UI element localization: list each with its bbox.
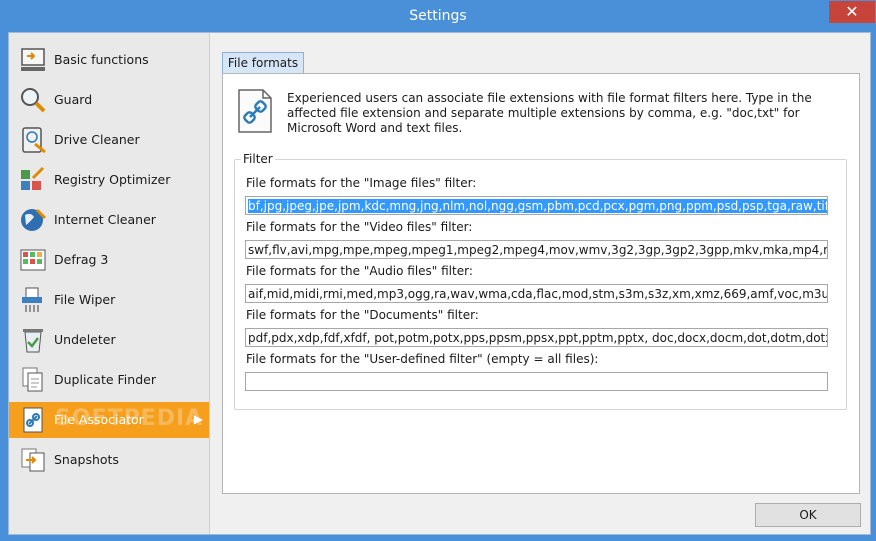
sidebar-item-label: Snapshots <box>54 452 119 467</box>
sidebar-item-drive-cleaner[interactable]: Drive Cleaner <box>9 122 209 158</box>
basic-functions-icon <box>21 48 45 71</box>
sidebar-item-internet-cleaner[interactable]: Internet Cleaner <box>9 202 209 238</box>
sidebar-item-guard[interactable]: Guard <box>9 82 209 118</box>
file-formats-panel: Experienced users can associate file ext… <box>222 73 860 494</box>
ok-button[interactable]: OK <box>755 503 861 527</box>
sidebar-item-label: File Wiper <box>54 292 116 307</box>
image-files-label: File formats for the "Image files" filte… <box>246 176 477 190</box>
documents-value: pdf,pdx,xdp,fdf,xfdf, pot,potm,potx,pps,… <box>248 331 828 345</box>
window-client: Basic functions Guard Drive Cleaner Regi… <box>8 32 871 535</box>
main-content: File formats Experienced users can assoc… <box>210 33 870 534</box>
undeleter-icon <box>23 329 43 353</box>
sidebar-item-label: Guard <box>54 92 93 107</box>
video-files-input[interactable]: swf,flv,avi,mpg,mpe,mpeg,mpeg1,mpeg2,mpe… <box>245 240 828 259</box>
user-defined-input[interactable] <box>245 372 828 391</box>
file-link-icon <box>238 89 272 133</box>
sidebar-item-basic-functions[interactable]: Basic functions <box>9 42 209 78</box>
window-title: Settings <box>409 8 467 24</box>
sidebar: Basic functions Guard Drive Cleaner Regi… <box>9 33 210 534</box>
sidebar-item-label: Duplicate Finder <box>54 372 156 387</box>
registry-optimizer-icon <box>21 166 45 190</box>
drive-cleaner-icon <box>22 127 46 154</box>
sidebar-item-label: Basic functions <box>54 52 149 67</box>
sidebar-item-label: File Associator <box>54 412 144 427</box>
sidebar-item-undeleter[interactable]: Undeleter <box>9 322 209 358</box>
sidebar-item-label: Drive Cleaner <box>54 132 140 147</box>
audio-files-value: aif,mid,midi,rmi,med,mp3,ogg,ra,wav,wma,… <box>248 287 827 301</box>
tab-file-formats[interactable]: File formats <box>222 52 304 75</box>
settings-window: Settings ✕ Basic functions Guard Drive C… <box>0 0 876 541</box>
audio-files-input[interactable]: aif,mid,midi,rmi,med,mp3,ogg,ra,wav,wma,… <box>245 284 828 303</box>
guard-icon <box>21 88 46 113</box>
image-files-value: bf,jpg,jpeg,jpe,jpm,kdc,mng,jng,nlm,nol,… <box>248 199 827 213</box>
sidebar-item-duplicate-finder[interactable]: Duplicate Finder <box>9 362 209 398</box>
snapshots-icon <box>21 448 45 472</box>
sidebar-item-snapshots[interactable]: Snapshots <box>9 442 209 478</box>
internet-cleaner-icon <box>21 208 47 231</box>
filter-legend: Filter <box>241 152 275 166</box>
active-arrow-icon: ▶ <box>193 412 203 426</box>
filter-group: Filter File formats for the "Image files… <box>234 152 847 410</box>
sidebar-item-file-wiper[interactable]: File Wiper <box>9 282 209 318</box>
info-description: Experienced users can associate file ext… <box>287 91 812 135</box>
video-files-label: File formats for the "Video files" filte… <box>246 220 473 234</box>
file-associator-icon <box>23 407 43 433</box>
user-defined-label: File formats for the "User-defined filte… <box>246 352 599 366</box>
audio-files-label: File formats for the "Audio files" filte… <box>246 264 473 278</box>
duplicate-finder-icon <box>22 367 43 392</box>
close-icon: ✕ <box>845 2 859 21</box>
documents-input[interactable]: pdf,pdx,xdp,fdf,xfdf, pot,potm,potx,pps,… <box>245 328 828 347</box>
defrag-icon <box>20 249 46 271</box>
title-bar[interactable]: Settings ✕ <box>1 1 875 32</box>
close-button[interactable]: ✕ <box>829 1 875 23</box>
sidebar-item-file-associator[interactable]: SOFTPEDIA File Associator ▶ <box>9 402 209 438</box>
sidebar-item-label: Registry Optimizer <box>54 172 171 187</box>
file-wiper-icon <box>22 287 42 312</box>
sidebar-item-registry-optimizer[interactable]: Registry Optimizer <box>9 162 209 198</box>
documents-label: File formats for the "Documents" filter: <box>246 308 479 322</box>
sidebar-item-defrag[interactable]: Defrag 3 <box>9 242 209 278</box>
image-files-input[interactable]: bf,jpg,jpeg,jpe,jpm,kdc,mng,jng,nlm,nol,… <box>245 196 828 215</box>
sidebar-item-label: Internet Cleaner <box>54 212 156 227</box>
sidebar-item-label: Undeleter <box>54 332 116 347</box>
sidebar-item-label: Defrag 3 <box>54 252 109 267</box>
video-files-value: swf,flv,avi,mpg,mpe,mpeg,mpeg1,mpeg2,mpe… <box>248 243 828 257</box>
